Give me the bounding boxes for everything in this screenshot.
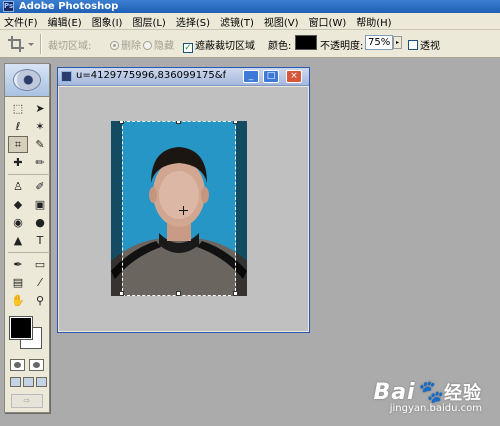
color-swatches (5, 313, 49, 353)
marquee-tool-icon[interactable]: ⬚ (8, 100, 28, 117)
color-label: 颜色: (268, 41, 292, 52)
opacity-input[interactable]: 75% (365, 35, 393, 50)
photoshop-eye-logo-icon (13, 69, 41, 91)
menu-window[interactable]: 窗口(W) (309, 14, 347, 29)
type-tool-icon[interactable]: T (30, 232, 50, 249)
menu-edit[interactable]: 编辑(E) (48, 14, 82, 29)
stamp-tool-icon[interactable]: ♙ (8, 178, 28, 195)
opacity-label: 不透明度: (320, 41, 364, 52)
crop-area-label: 裁切区域: (48, 41, 92, 52)
hand-tool-icon[interactable]: ✋ (8, 292, 28, 309)
crop-handle-top[interactable] (176, 121, 181, 124)
standard-screen-icon[interactable] (10, 377, 21, 387)
eyedropper-tool-icon[interactable]: ⁄ (30, 274, 50, 291)
full-screen-icon[interactable] (36, 377, 47, 387)
options-bar: 裁切区域: 删除 隐藏 ✓ 遮蔽裁切区域 颜色: 不透明度: 75% ▸ 透视 (0, 30, 500, 58)
healing-tool-icon[interactable]: ✚ (8, 154, 28, 171)
document-window: u=4129775996,836099175&fm... _ □ × (57, 67, 310, 333)
blur-tool-icon[interactable]: ◉ (8, 214, 28, 231)
delete-radio[interactable]: 删除 (110, 37, 141, 52)
document-icon (61, 71, 72, 82)
mask-mode-row (5, 359, 49, 371)
shield-checkbox[interactable]: ✓ 遮蔽裁切区域 (183, 37, 255, 53)
menu-filter[interactable]: 滤镜(T) (220, 14, 254, 29)
app-title: Adobe Photoshop (19, 1, 119, 12)
watermark-brand-cn: 经验 (444, 383, 482, 404)
tool-grid: ⬚ ➤ ℓ ✶ ⌗ ✎ ✚ ✏ ♙ ✐ ◆ ▣ ◉ ● ▲ T ✒ ▭ ▤ ⁄ ✋ ⚲ (5, 97, 50, 309)
jump-to-imageready-icon[interactable]: ⇨ (11, 394, 43, 408)
radio-dot-icon (143, 41, 152, 50)
menu-view[interactable]: 视图(V) (264, 14, 299, 29)
slice-tool-icon[interactable]: ✎ (30, 136, 50, 153)
canvas-area[interactable] (59, 87, 308, 331)
shield-label: 遮蔽裁切区域 (195, 41, 255, 52)
zoom-tool-icon[interactable]: ⚲ (30, 292, 50, 309)
photoshop-app-icon: Ps (3, 1, 14, 12)
screen-mode-row (5, 377, 49, 387)
perspective-label: 透视 (420, 41, 440, 52)
full-screen-menu-icon[interactable] (23, 377, 34, 387)
opacity-dropdown-arrow-icon[interactable]: ▸ (393, 36, 402, 49)
menu-help[interactable]: 帮助(H) (356, 14, 391, 29)
lasso-tool-icon[interactable]: ℓ (8, 118, 28, 135)
path-select-tool-icon[interactable]: ▲ (8, 232, 28, 249)
crop-center-crosshair-icon[interactable] (179, 206, 188, 215)
crop-shield-left (111, 121, 122, 296)
tool-separator (8, 252, 50, 253)
move-tool-icon[interactable]: ➤ (30, 100, 50, 117)
dodge-tool-icon[interactable]: ● (30, 214, 50, 231)
notes-tool-icon[interactable]: ▤ (8, 274, 28, 291)
radio-dot-icon (110, 41, 119, 50)
crop-handle-top-left[interactable] (119, 121, 124, 124)
watermark-site: jingyan.baidu.com (389, 403, 482, 414)
app-title-bar: Ps Adobe Photoshop (0, 0, 500, 13)
quick-mask-mode-icon[interactable] (29, 359, 44, 371)
checkbox-icon (408, 40, 418, 50)
crop-tool-preset-icon[interactable] (6, 34, 34, 54)
crop-handle-bottom-right[interactable] (233, 291, 238, 296)
menu-layer[interactable]: 图层(L) (132, 14, 165, 29)
foreground-color-swatch[interactable] (9, 316, 33, 340)
paw-logo-icon: 🐾 (415, 380, 444, 405)
options-separator (40, 34, 42, 54)
document-title-bar[interactable]: u=4129775996,836099175&fm... _ □ × (58, 68, 309, 86)
crop-shield-right (236, 121, 247, 296)
brush-tool-icon[interactable]: ✏ (30, 154, 50, 171)
eraser-tool-icon[interactable]: ◆ (8, 196, 28, 213)
menu-select[interactable]: 选择(S) (176, 14, 210, 29)
menu-image[interactable]: 图象(I) (92, 14, 123, 29)
magic-wand-tool-icon[interactable]: ✶ (30, 118, 50, 135)
menu-file[interactable]: 文件(F) (4, 14, 38, 29)
watermark-brand: Bai (373, 380, 416, 405)
delete-label: 删除 (121, 41, 141, 52)
hide-label: 隐藏 (154, 41, 174, 52)
document-title: u=4129775996,836099175&fm... (76, 70, 226, 81)
portrait-photo[interactable] (111, 121, 247, 296)
hide-radio[interactable]: 隐藏 (143, 37, 174, 52)
toolbox: ⬚ ➤ ℓ ✶ ⌗ ✎ ✚ ✏ ♙ ✐ ◆ ▣ ◉ ● ▲ T ✒ ▭ ▤ ⁄ ✋ ⚲ ⇨ (4, 63, 50, 413)
crop-handle-top-right[interactable] (233, 121, 238, 124)
pen-tool-icon[interactable]: ✒ (8, 256, 28, 273)
crop-handle-bottom[interactable] (176, 291, 181, 296)
shape-tool-icon[interactable]: ▭ (30, 256, 50, 273)
history-brush-tool-icon[interactable]: ✐ (30, 178, 50, 195)
minimize-button[interactable]: _ (243, 70, 259, 83)
shield-color-swatch[interactable] (295, 35, 317, 50)
standard-mode-icon[interactable] (10, 359, 25, 371)
close-button[interactable]: × (286, 70, 302, 83)
baidu-jingyan-watermark: Bai🐾经验 jingyan.baidu.com (373, 379, 482, 414)
crop-handle-bottom-left[interactable] (119, 291, 124, 296)
tool-separator (8, 174, 50, 175)
checkmark-icon: ✓ (183, 43, 193, 53)
perspective-checkbox[interactable]: 透视 (408, 37, 440, 52)
menu-bar: 文件(F) 编辑(E) 图象(I) 图层(L) 选择(S) 滤镜(T) 视图(V… (0, 13, 500, 30)
maximize-button[interactable]: □ (263, 70, 279, 83)
gradient-tool-icon[interactable]: ▣ (30, 196, 50, 213)
toolbox-header[interactable] (5, 64, 49, 97)
crop-tool-icon[interactable]: ⌗ (8, 136, 28, 153)
